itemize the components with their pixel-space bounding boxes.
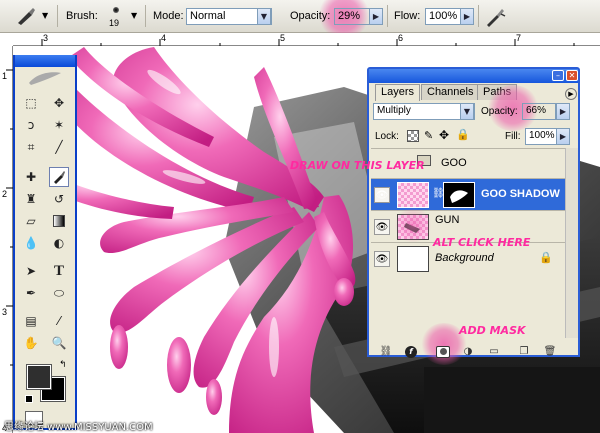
mode-label: Mode:	[153, 10, 184, 22]
layer-name: Background	[435, 252, 494, 264]
link-layers-icon[interactable]: ⛓	[379, 346, 393, 358]
airbrush-icon[interactable]	[484, 6, 506, 28]
layer-name: GUN	[435, 214, 460, 226]
layer-opacity-field[interactable]: 66%	[522, 103, 556, 120]
healing-brush-tool-icon[interactable]: ✚	[21, 167, 41, 187]
chevron-down-icon[interactable]: ▼	[42, 11, 48, 20]
ruler-top-label: 6	[398, 33, 404, 43]
adjustment-layer-icon[interactable]: ◑	[461, 346, 475, 358]
layer-mask-thumbnail[interactable]	[443, 182, 475, 208]
type-tool-icon[interactable]: T	[49, 261, 69, 281]
zoom-tool-icon[interactable]: 🔍	[49, 333, 69, 353]
hand-tool-icon[interactable]: ✋	[21, 333, 41, 353]
gradient-tool-icon[interactable]	[49, 211, 69, 231]
shape-tool-icon[interactable]: ⬭	[49, 283, 69, 303]
clone-stamp-tool-icon[interactable]: ♜	[21, 189, 41, 209]
folder-icon[interactable]: ▭	[487, 346, 501, 358]
blend-mode-chevron-icon[interactable]: ▼	[460, 103, 474, 120]
ruler-top-label: 5	[280, 33, 286, 43]
brush-picker-chevron-icon[interactable]: ▼	[131, 11, 137, 20]
fill-field[interactable]: 100%	[525, 128, 557, 145]
eraser-tool-icon[interactable]: ▱	[21, 211, 41, 231]
lock-icon: 🔒	[539, 251, 553, 264]
layer-thumbnail	[397, 182, 429, 208]
fill-arrow-icon[interactable]: ▶	[556, 128, 570, 145]
tab-layers[interactable]: Layers	[375, 84, 421, 101]
minimize-icon[interactable]: –	[552, 70, 564, 81]
swap-colors-icon[interactable]: ↰	[59, 360, 67, 370]
layer-row-goo-shadow[interactable]: 👁 ⛓ GOO SHADOW	[371, 178, 578, 210]
lock-image-icon[interactable]: ✎	[424, 129, 433, 142]
flow-slider-arrow-icon[interactable]: ▶	[460, 8, 474, 25]
foreground-color-swatch[interactable]	[26, 364, 52, 390]
slice-tool-icon[interactable]: ╱	[49, 137, 69, 157]
watermark: 思缘论坛 www.MISSYUAN.COM	[4, 422, 153, 433]
options-bar: ▼ Brush: 19 ▼ Mode: Normal ▼ Opacity: 29…	[0, 0, 600, 38]
history-brush-tool-icon[interactable]: ↺	[49, 189, 69, 209]
layer-name: GOO	[441, 157, 467, 169]
add-mask-icon[interactable]	[436, 346, 450, 358]
marquee-tool-icon[interactable]: ⬚	[21, 93, 41, 113]
layer-opacity-arrow-icon[interactable]: ▶	[556, 103, 570, 120]
lock-position-icon[interactable]: ✥	[439, 128, 449, 142]
magic-wand-tool-icon[interactable]: ✶	[49, 115, 69, 135]
layer-thumbnail	[397, 246, 429, 272]
brush-preview[interactable]: 19	[105, 4, 127, 30]
lock-label: Lock:	[375, 131, 399, 142]
move-tool-icon[interactable]: ✥	[49, 93, 69, 113]
ruler-left: 1 2 3 4	[0, 46, 13, 433]
flow-field[interactable]: 100%	[425, 8, 461, 25]
flow-label: Flow:	[394, 10, 421, 22]
lock-all-icon[interactable]: 🔒	[456, 128, 470, 141]
trash-icon[interactable]: 🗑	[543, 346, 557, 358]
pen-tool-icon[interactable]: ✒	[21, 283, 41, 303]
layers-panel-titlebar[interactable]: – ✕	[369, 69, 578, 83]
callout-draw-on-layer: DRAW ON THIS LAYER	[290, 159, 425, 172]
ruler-left-label: 1	[2, 71, 8, 81]
ruler-left-label: 2	[2, 189, 8, 199]
lasso-tool-icon[interactable]: ↄ	[21, 115, 41, 135]
fill-label: Fill:	[505, 131, 521, 142]
brush-label: Brush:	[66, 10, 98, 22]
ruler-left-label: 3	[2, 307, 8, 317]
panel-menu-arrow-icon[interactable]: ▶	[565, 88, 577, 100]
close-icon[interactable]: ✕	[566, 70, 578, 81]
toolbox-titlebar[interactable]	[15, 55, 75, 67]
mode-dropdown-chevron-icon[interactable]: ▼	[257, 8, 271, 25]
ruler-top-label: 3	[43, 33, 49, 43]
callout-alt-click: ALT CLICK HERE	[433, 236, 531, 249]
callout-add-mask: ADD MASK	[459, 324, 526, 337]
notes-tool-icon[interactable]: ▤	[21, 311, 41, 331]
layers-scrollbar[interactable]	[565, 148, 578, 338]
eye-icon[interactable]: 👁	[374, 187, 390, 203]
crop-tool-icon[interactable]: ⌗	[21, 137, 41, 157]
blur-tool-icon[interactable]: 💧	[21, 233, 41, 253]
eye-icon[interactable]: 👁	[374, 219, 390, 235]
default-colors-icon[interactable]	[25, 395, 33, 403]
ruler-top-label: 4	[161, 33, 167, 43]
toolbox: ⬚ ✥ ↄ ✶ ⌗ ╱ ✚ ♜ ↺ ▱ 💧 ◐ ➤ T ✒ ⬭ ▤ ⁄ ✋ 🔍 …	[13, 55, 77, 430]
ruler-top: 3 4 5 6 7	[13, 33, 600, 46]
tab-channels[interactable]: Channels	[421, 84, 480, 100]
brush-tool-icon[interactable]	[49, 167, 69, 187]
opacity-field[interactable]: 29%	[334, 8, 370, 25]
layer-opacity-label: Opacity:	[481, 106, 518, 117]
ruler-top-label: 7	[516, 33, 522, 43]
brush-tool-preset-icon[interactable]	[14, 6, 38, 26]
opacity-label: Opacity:	[290, 10, 331, 22]
layer-style-icon[interactable]: f	[405, 346, 417, 358]
dodge-tool-icon[interactable]: ◐	[49, 233, 69, 253]
gun-thumbnail-highlight	[393, 208, 433, 242]
feather-icon	[25, 69, 65, 87]
eyedropper-tool-icon[interactable]: ⁄	[49, 311, 69, 331]
path-selection-tool-icon[interactable]: ➤	[21, 261, 41, 281]
new-layer-icon[interactable]: ❐	[517, 346, 531, 358]
eye-icon[interactable]: 👁	[374, 251, 390, 267]
opacity-slider-arrow-icon[interactable]: ▶	[369, 8, 383, 25]
lock-transparency-icon[interactable]	[407, 130, 419, 142]
brush-size-value: 19	[109, 18, 120, 28]
layer-name: GOO SHADOW	[481, 188, 560, 200]
